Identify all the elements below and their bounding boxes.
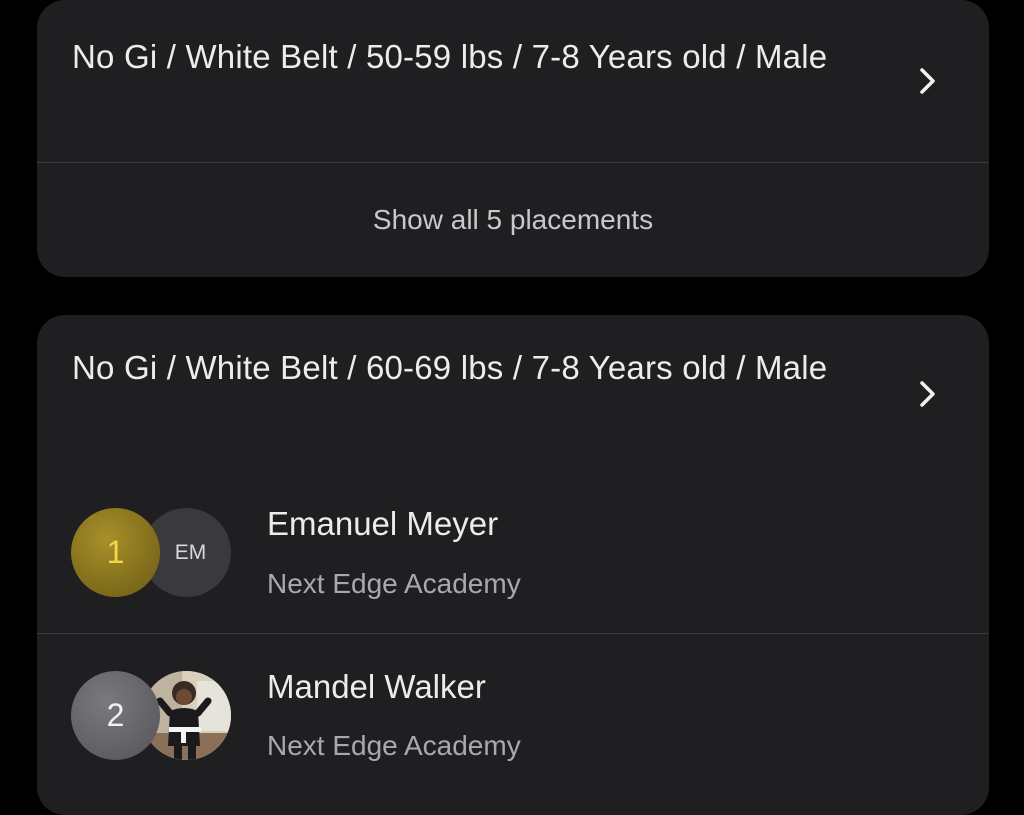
rank-badge-silver: 2 bbox=[71, 671, 160, 760]
show-all-placements-button[interactable]: Show all 5 placements bbox=[37, 163, 989, 277]
division-header[interactable]: No Gi / White Belt / 50-59 lbs / 7-8 Yea… bbox=[37, 0, 989, 162]
placement-row[interactable]: 1 EM Emanuel Meyer Next Edge Academy bbox=[37, 485, 989, 633]
chevron-right-icon bbox=[920, 68, 935, 94]
rank-badge-gold: 1 bbox=[71, 508, 160, 597]
academy-name: Next Edge Academy bbox=[267, 730, 521, 761]
division-title: No Gi / White Belt / 60-69 lbs / 7-8 Yea… bbox=[72, 349, 828, 386]
academy-name: Next Edge Academy bbox=[267, 568, 521, 599]
division-title: No Gi / White Belt / 50-59 lbs / 7-8 Yea… bbox=[72, 38, 828, 75]
athlete-name: Emanuel Meyer bbox=[267, 505, 499, 542]
placement-row[interactable]: 2 Mandel Walker Next Edge Academy bbox=[37, 634, 989, 796]
division-header[interactable]: No Gi / White Belt / 60-69 lbs / 7-8 Yea… bbox=[37, 315, 989, 485]
division-card: No Gi / White Belt / 60-69 lbs / 7-8 Yea… bbox=[37, 315, 989, 815]
athlete-name: Mandel Walker bbox=[267, 668, 486, 705]
chevron-right-icon bbox=[920, 381, 935, 407]
division-card: No Gi / White Belt / 50-59 lbs / 7-8 Yea… bbox=[37, 0, 989, 277]
